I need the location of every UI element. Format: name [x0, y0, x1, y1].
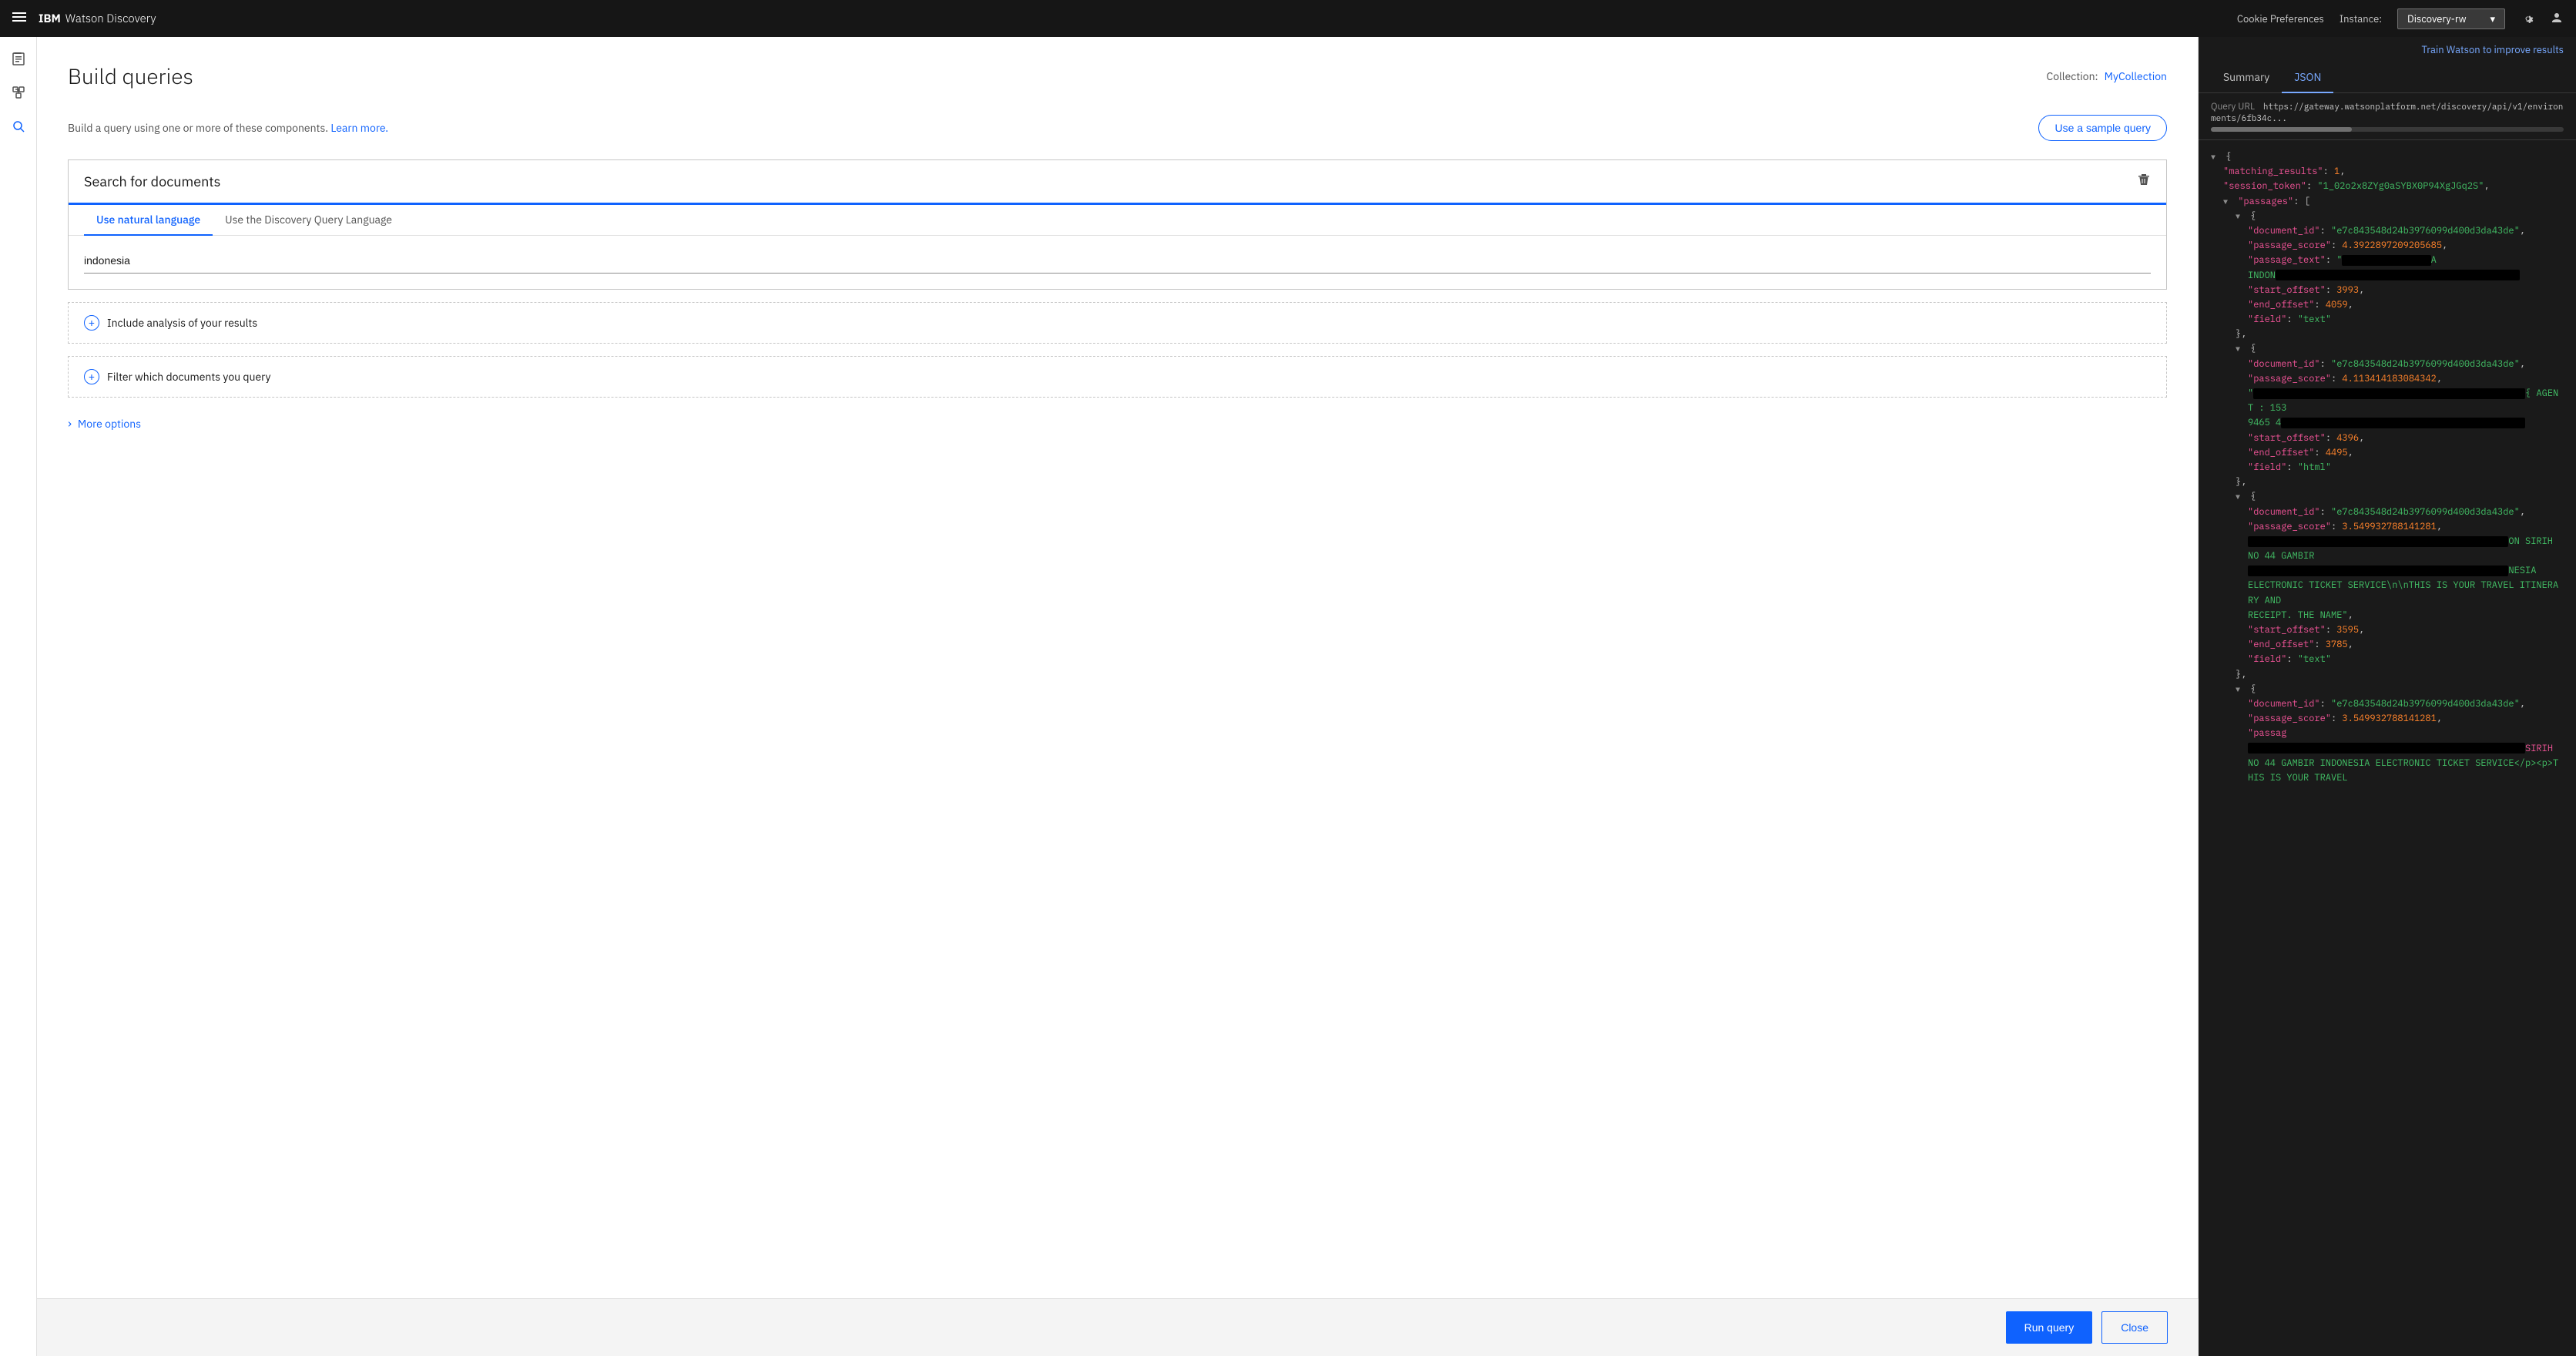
cookie-prefs-link[interactable]: Cookie Preferences — [2237, 12, 2324, 25]
filter-expand-icon: + — [84, 369, 99, 384]
content-area: Build queries Collection: MyCollection B… — [37, 37, 2199, 1356]
right-panel: Train Watson to improve results Summary … — [2199, 37, 2576, 1356]
bottom-action-bar: Run query Close — [37, 1298, 2199, 1356]
analysis-title: Include analysis of your results — [107, 316, 257, 330]
more-options-row[interactable]: › More options — [68, 410, 2167, 438]
main-layout: Build queries Collection: MyCollection B… — [0, 37, 2576, 1356]
right-panel-tabs: Summary JSON — [2199, 62, 2576, 93]
settings-icon[interactable] — [2521, 12, 2534, 25]
tab-json[interactable]: JSON — [2282, 62, 2333, 93]
query-url-value: https://gateway.watsonplatform.net/disco… — [2211, 102, 2563, 124]
description-text: Build a query using one or more of these… — [68, 121, 388, 135]
menu-icon[interactable] — [12, 10, 26, 28]
search-tabs-row: Use natural language Use the Discovery Q… — [69, 205, 2166, 236]
sidebar — [0, 37, 37, 1356]
collection-label: Collection: — [2047, 69, 2098, 83]
user-icon[interactable] — [2550, 12, 2564, 25]
analysis-section: + Include analysis of your results — [68, 302, 2167, 344]
instance-label: Instance: — [2340, 12, 2382, 25]
search-section-title: Search for documents — [84, 173, 220, 190]
run-query-button[interactable]: Run query — [2006, 1311, 2093, 1344]
json-content[interactable]: ▼ { "matching_results": 1, "session_toke… — [2199, 140, 2576, 1356]
instance-chevron: ▾ — [2490, 12, 2495, 25]
sidebar-item-schema[interactable] — [3, 77, 34, 108]
analysis-expand-icon: + — [84, 315, 99, 331]
query-url-scrollbar[interactable] — [2211, 127, 2564, 132]
instance-value: Discovery-rw — [2407, 12, 2467, 25]
analysis-header[interactable]: + Include analysis of your results — [69, 303, 2166, 343]
train-watson-link[interactable]: Train Watson to improve results — [2421, 43, 2564, 56]
sample-query-button[interactable]: Use a sample query — [2038, 115, 2167, 141]
description-row: Build a query using one or more of these… — [68, 115, 2167, 141]
brand-product: Watson Discovery — [65, 12, 156, 26]
sidebar-item-documents[interactable] — [3, 43, 34, 74]
search-input[interactable] — [84, 248, 2151, 274]
collection-link[interactable]: MyCollection — [2105, 69, 2167, 83]
description-content: Build a query using one or more of these… — [68, 121, 328, 135]
topnav-right: Cookie Preferences Instance: Discovery-r… — [2237, 8, 2564, 29]
more-options-label: More options — [78, 417, 141, 431]
brand-ibm: IBM — [39, 12, 61, 26]
more-options-chevron-icon: › — [68, 416, 72, 431]
search-section-card: Search for documents Use natural languag… — [68, 159, 2167, 290]
filter-header[interactable]: + Filter which documents you query — [69, 357, 2166, 397]
filter-section: + Filter which documents you query — [68, 356, 2167, 398]
tab-summary[interactable]: Summary — [2211, 62, 2282, 93]
delete-icon[interactable] — [2137, 173, 2151, 190]
query-url-row: Query URL https://gateway.watsonplatform… — [2199, 93, 2576, 140]
sidebar-item-query[interactable] — [3, 111, 34, 142]
search-input-wrapper — [69, 236, 2166, 289]
search-section-header: Search for documents — [69, 160, 2166, 203]
brand: IBM Watson Discovery — [39, 12, 156, 26]
train-row: Train Watson to improve results — [2199, 37, 2576, 62]
topnav: IBM Watson Discovery Cookie Preferences … — [0, 0, 2576, 37]
learn-more-link[interactable]: Learn more. — [330, 121, 388, 135]
close-button[interactable]: Close — [2101, 1311, 2168, 1344]
page-title: Build queries — [68, 62, 193, 90]
filter-title: Filter which documents you query — [107, 370, 270, 384]
tab-natural-language[interactable]: Use natural language — [84, 205, 213, 236]
instance-select[interactable]: Discovery-rw ▾ — [2397, 8, 2505, 29]
tab-discovery-query[interactable]: Use the Discovery Query Language — [213, 205, 404, 236]
query-url-scrollbar-thumb — [2211, 127, 2352, 132]
query-url-label: Query URL — [2211, 101, 2255, 112]
